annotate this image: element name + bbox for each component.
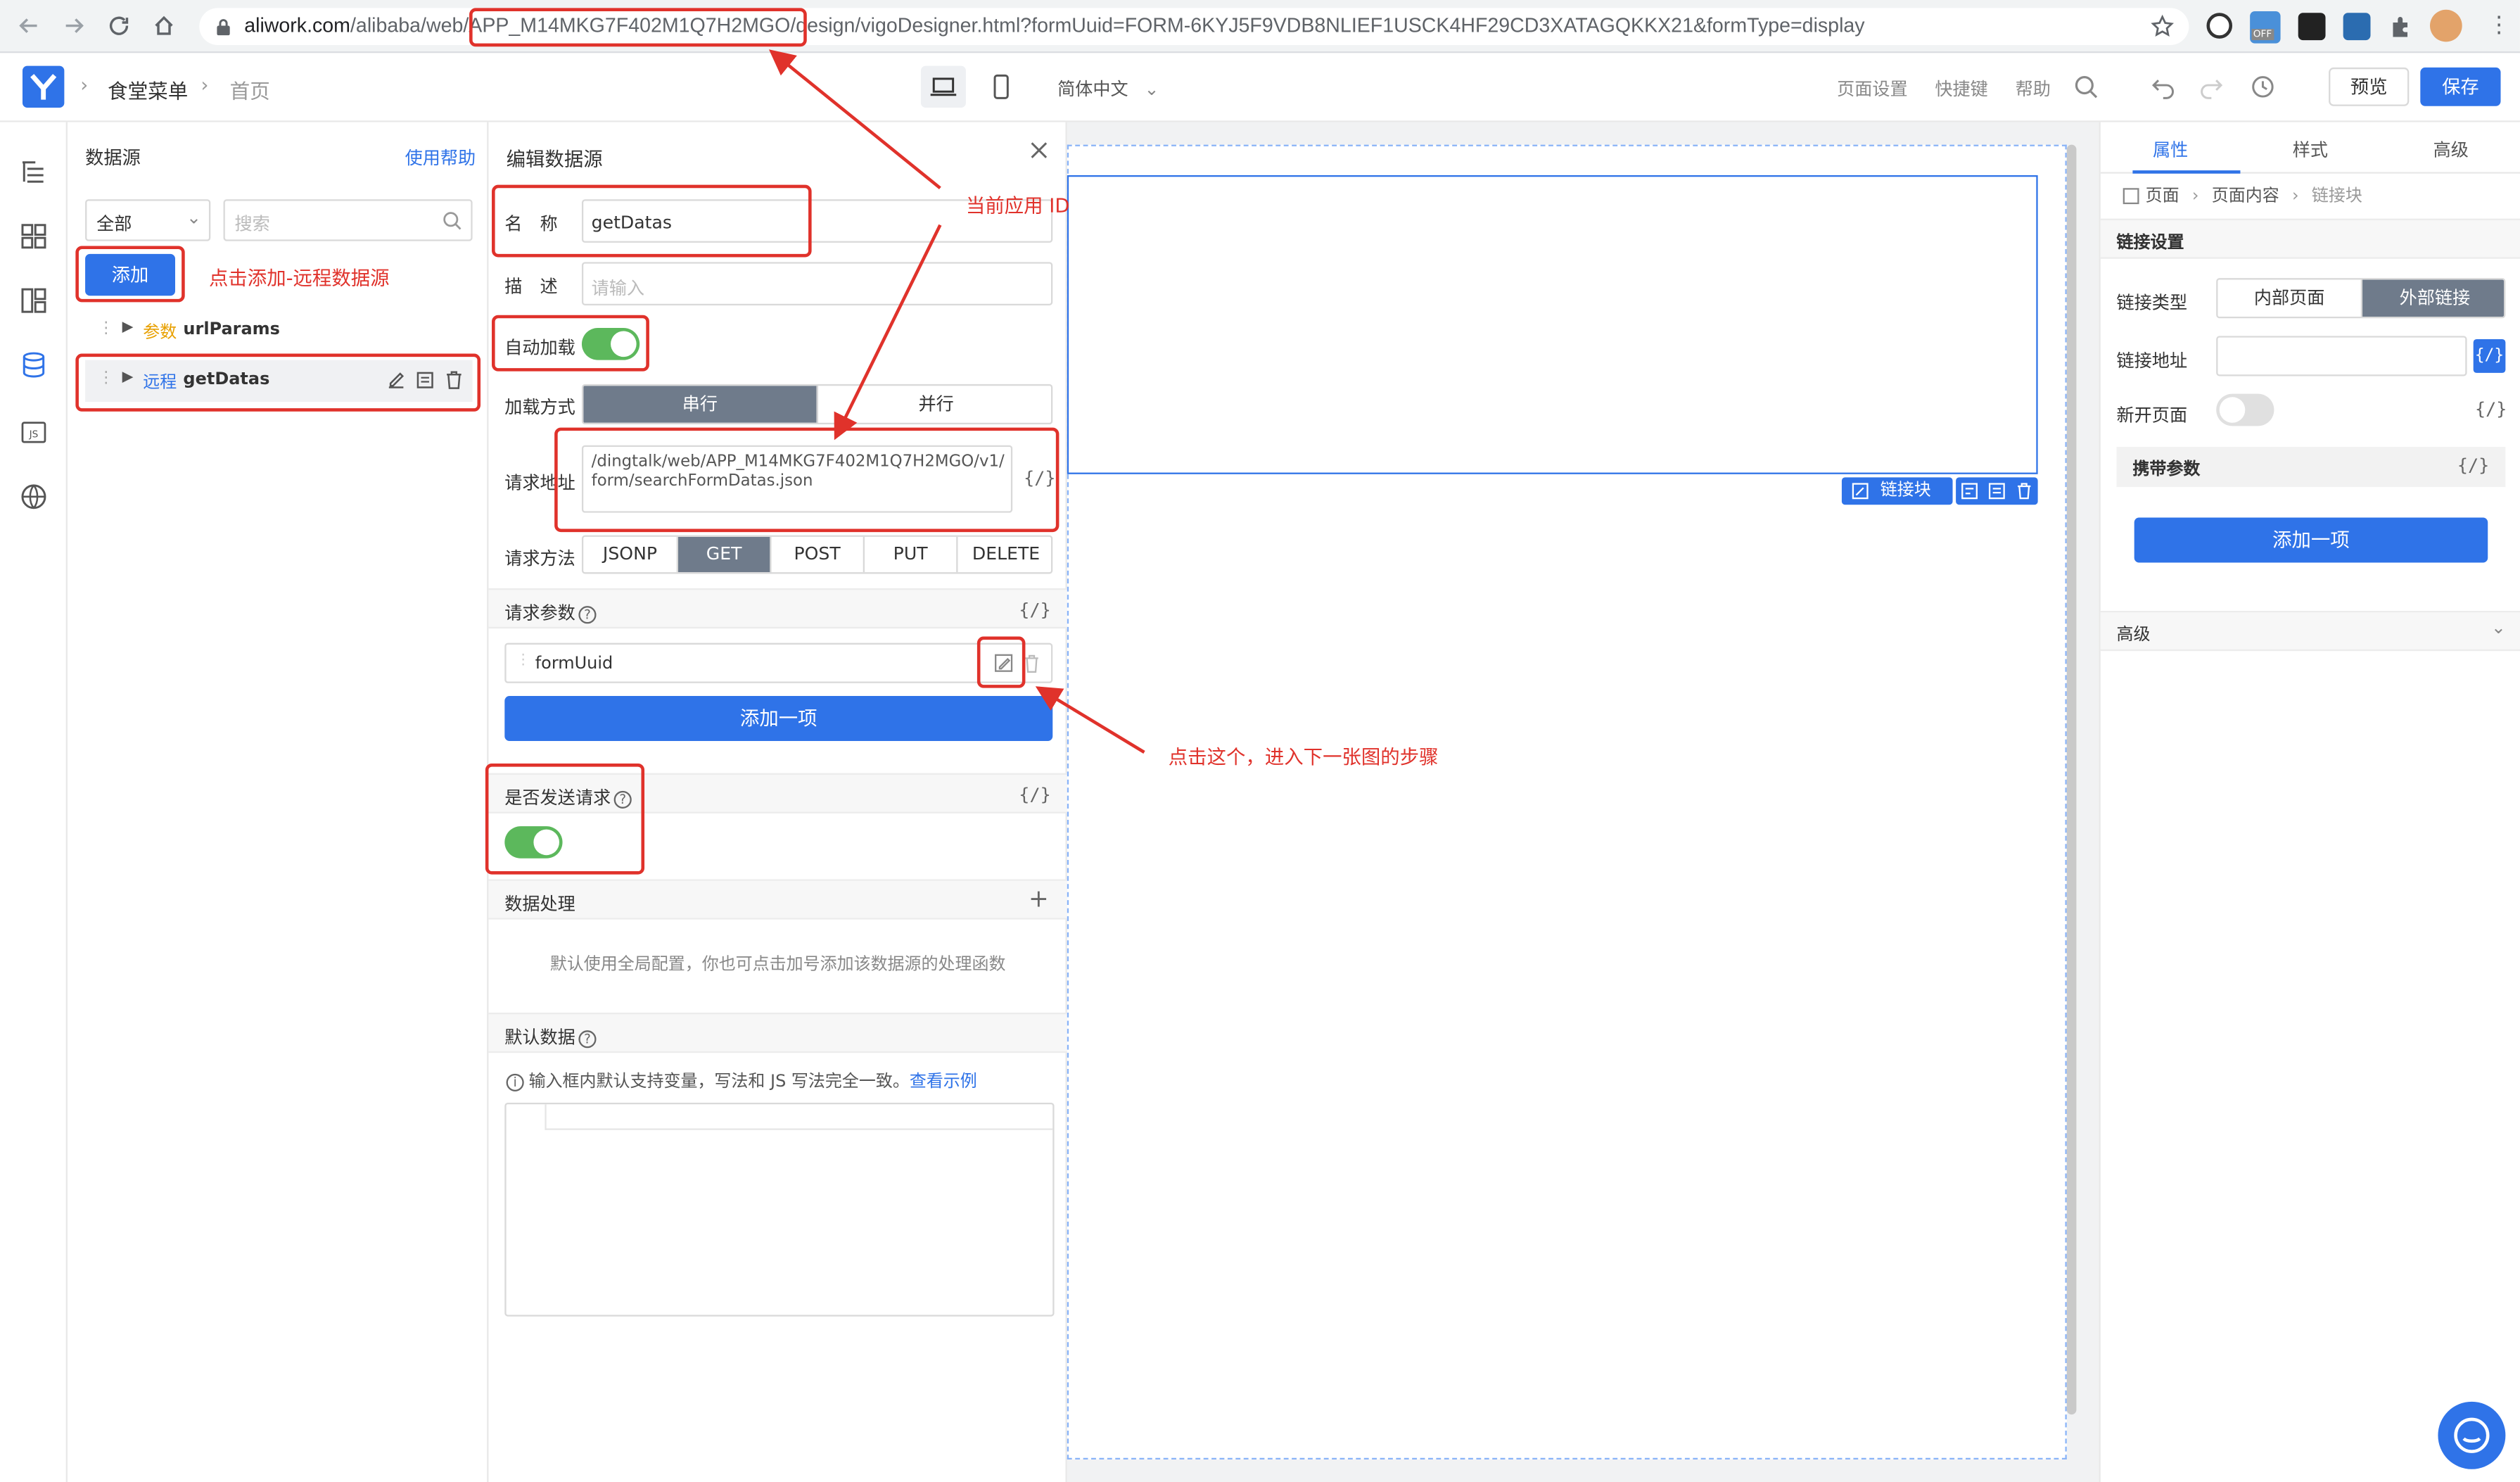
arrow-to-url bbox=[768, 49, 941, 190]
annotation-arrows bbox=[768, 49, 1145, 754]
arrow-to-edit-param bbox=[1035, 686, 1145, 754]
arrow-to-request-url bbox=[834, 224, 942, 441]
